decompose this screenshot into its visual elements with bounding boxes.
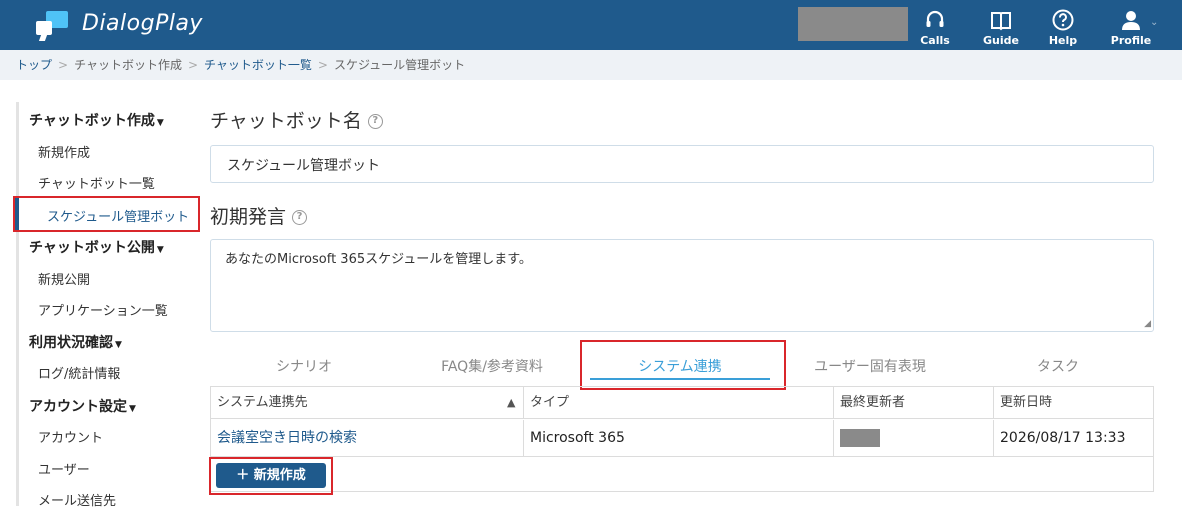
breadcrumb-create: チャットボット作成 [74,58,182,72]
top-header: DialogPlay Calls Guide Help Profile ⌄ [0,0,1182,50]
table-row-name[interactable]: 会議室空き日時の検索 [211,420,523,456]
redacted-box [798,7,908,41]
breadcrumb-list[interactable]: チャットボット一覧 [204,58,312,72]
sidebar-section-usage[interactable]: 利用状況確認 ▼ [29,332,122,352]
tab-task[interactable]: タスク [964,356,1152,376]
sidebar-item-label: スケジュール管理ボット [47,210,190,225]
breadcrumb-sep-icon: > [187,58,199,72]
breadcrumb-sep-icon: > [58,58,69,72]
app-name[interactable]: DialogPlay [82,11,203,36]
tab-label: システム連携 [638,359,722,375]
sidebar-item-mail[interactable]: メール送信先 [38,490,116,509]
breadcrumb-sep-icon: > [317,58,328,72]
help-nav[interactable]: Help [1035,0,1091,50]
guide-nav[interactable]: Guide [973,0,1029,50]
headset-icon [926,10,944,27]
tab-faq[interactable]: FAQ集/参考資料 [398,356,586,376]
col-updated-at[interactable]: 更新日時 [993,387,1153,419]
calls-label: Calls [920,34,950,47]
dialogplay-logo-icon[interactable] [36,11,70,41]
col-type[interactable]: タイプ [523,387,833,419]
sidebar-section-create[interactable]: チャットボット作成 ▼ [29,110,164,130]
greeting-heading: 初期発言? [210,202,308,229]
new-integration-highlight: ＋ 新規作成 [209,457,333,495]
tab-user-expression[interactable]: ユーザー固有表現 [776,356,964,376]
col-system[interactable]: システム連携先 ▲ [211,387,523,419]
sidebar-item-chatbot-list[interactable]: チャットボット一覧 [38,173,155,192]
sidebar-item-schedule-bot[interactable]: スケジュール管理ボット [13,196,200,232]
sidebar-section-account[interactable]: アカウント設定 ▼ [29,396,136,416]
chatbot-name-heading: チャットボット名? [210,106,383,133]
tab-system-integration[interactable]: システム連携 [580,340,786,390]
resize-handle-icon[interactable]: ◢ [1144,319,1151,329]
new-integration-button[interactable]: ＋ 新規作成 [216,463,326,488]
chevron-down-icon[interactable]: ⌄ [1150,17,1158,28]
profile-label: Profile [1110,34,1152,47]
book-icon [991,12,1011,31]
help-icon[interactable]: ? [367,114,383,129]
breadcrumb-current: スケジュール管理ボット [333,58,466,72]
help-label: Help [1048,34,1078,47]
col-updater[interactable]: 最終更新者 [833,387,993,419]
greeting-text: あなたのMicrosoft 365スケジュールを管理します。 [225,252,532,267]
greeting-textarea[interactable]: あなたのMicrosoft 365スケジュールを管理します。 ◢ [210,239,1154,332]
tab-scenario[interactable]: シナリオ [210,356,398,376]
help-icon[interactable]: ? [292,210,308,225]
help-icon [1052,9,1074,31]
sidebar-item-logs[interactable]: ログ/統計情報 [38,363,120,382]
sidebar-item-users[interactable]: ユーザー [38,459,90,478]
tab-bar: シナリオ FAQ集/参考資料 システム連携 ユーザー固有表現 タスク [210,340,1154,390]
table-row-type: Microsoft 365 [523,420,833,456]
sidebar-section-publish[interactable]: チャットボット公開 ▼ [29,237,164,257]
chatbot-name-input[interactable]: スケジュール管理ボット [210,145,1154,183]
integration-table: システム連携先 ▲ タイプ 最終更新者 更新日時 会議室空き日時の検索 Micr… [210,386,1154,492]
tab-underline [590,378,770,380]
sort-asc-icon[interactable]: ▲ [507,387,515,419]
sidebar-item-app-list[interactable]: アプリケーション一覧 [38,300,168,319]
plus-icon: ＋ [236,468,250,483]
user-icon [1122,11,1140,30]
redacted-avatar [840,429,880,447]
sidebar-item-new-publish[interactable]: 新規公開 [38,269,90,288]
sidebar-item-new[interactable]: 新規作成 [38,142,90,161]
breadcrumb-top[interactable]: トップ [16,58,52,72]
row-divider [211,456,1153,457]
calls-nav[interactable]: Calls [907,0,963,50]
table-row-updated-at: 2026/08/17 13:33 [993,420,1153,456]
new-button-label: 新規作成 [253,468,306,483]
sidebar: チャットボット作成 ▼ 新規作成 チャットボット一覧 スケジュール管理ボット チャ… [13,102,200,509]
breadcrumb: トップ > チャットボット作成 > チャットボット一覧 > スケジュール管理ボット [0,50,1182,80]
guide-label: Guide [983,34,1019,47]
table-row-updater [833,420,993,456]
sidebar-item-account[interactable]: アカウント [38,427,103,446]
